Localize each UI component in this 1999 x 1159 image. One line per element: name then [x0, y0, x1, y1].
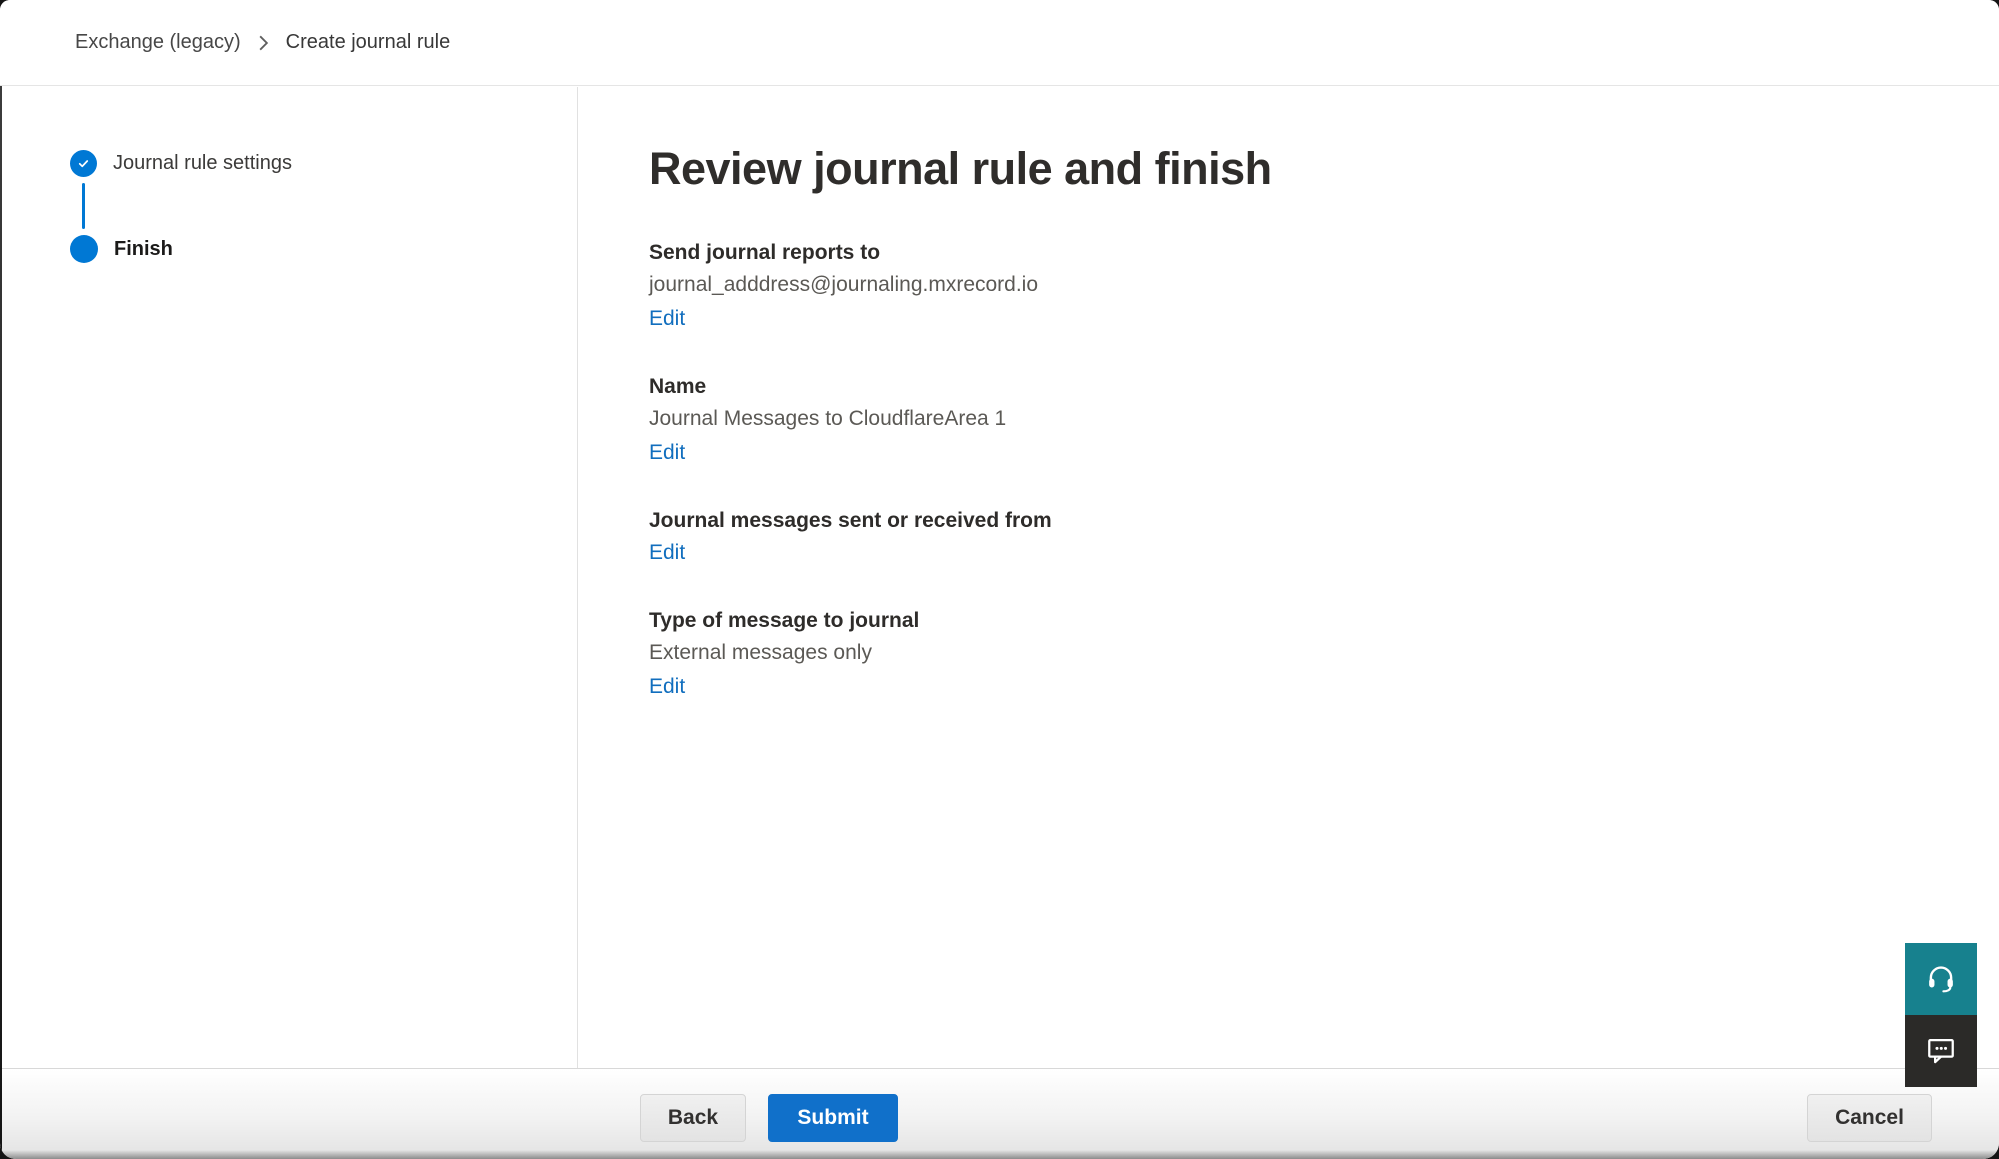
wizard-step-finish: Finish: [70, 235, 577, 263]
chevron-right-icon: [257, 35, 270, 51]
current-step-dot-icon: [70, 235, 98, 263]
step-connector-line: [82, 183, 85, 229]
section-message-type: Type of message to journal External mess…: [649, 607, 1939, 701]
edit-scope-link[interactable]: Edit: [649, 539, 685, 567]
edit-name-link[interactable]: Edit: [649, 439, 685, 467]
checkmark-icon: [70, 150, 97, 177]
rule-name-value: Journal Messages to CloudflareArea 1: [649, 405, 1939, 433]
section-label: Type of message to journal: [649, 607, 1939, 635]
cancel-button[interactable]: Cancel: [1807, 1094, 1932, 1142]
wizard-step-journal-rule-settings[interactable]: Journal rule settings: [70, 149, 577, 177]
help-support-button[interactable]: [1905, 943, 1977, 1015]
submit-button[interactable]: Submit: [768, 1094, 898, 1142]
feedback-bubble-icon: [1925, 1034, 1957, 1069]
journal-report-address-value: journal_adddress@journaling.mxrecord.io: [649, 271, 1939, 299]
section-label: Journal messages sent or received from: [649, 507, 1939, 535]
feedback-button[interactable]: [1905, 1015, 1977, 1087]
breadcrumb: Exchange (legacy) Create journal rule: [75, 31, 450, 54]
back-button[interactable]: Back: [640, 1094, 746, 1142]
wizard-step-label: Finish: [114, 235, 173, 263]
edit-send-reports-link[interactable]: Edit: [649, 305, 685, 333]
screenshot-stage: Exchange (legacy) Create journal rule Jo…: [0, 0, 1999, 1159]
section-journal-messages-scope: Journal messages sent or received from E…: [649, 507, 1939, 567]
section-label: Send journal reports to: [649, 239, 1939, 267]
page-title: Review journal rule and finish: [649, 143, 1939, 195]
floating-side-buttons: [1905, 943, 1977, 1087]
exchange-admin-window: Exchange (legacy) Create journal rule Jo…: [0, 0, 1999, 1159]
breadcrumb-create-journal-rule: Create journal rule: [286, 31, 451, 54]
review-panel: Review journal rule and finish Send jour…: [579, 87, 1999, 1068]
message-type-value: External messages only: [649, 639, 1939, 667]
wizard-sidebar: Journal rule settings Finish: [0, 87, 578, 1068]
wizard-footer: Back Submit Cancel: [0, 1068, 1999, 1159]
page-header: Exchange (legacy) Create journal rule: [0, 0, 1999, 86]
headset-icon: [1925, 962, 1957, 997]
section-send-journal-reports-to: Send journal reports to journal_adddress…: [649, 239, 1939, 333]
edit-message-type-link[interactable]: Edit: [649, 673, 685, 701]
wizard-step-label: Journal rule settings: [113, 149, 292, 177]
section-label: Name: [649, 373, 1939, 401]
breadcrumb-exchange-legacy[interactable]: Exchange (legacy): [75, 31, 241, 54]
section-name: Name Journal Messages to CloudflareArea …: [649, 373, 1939, 467]
